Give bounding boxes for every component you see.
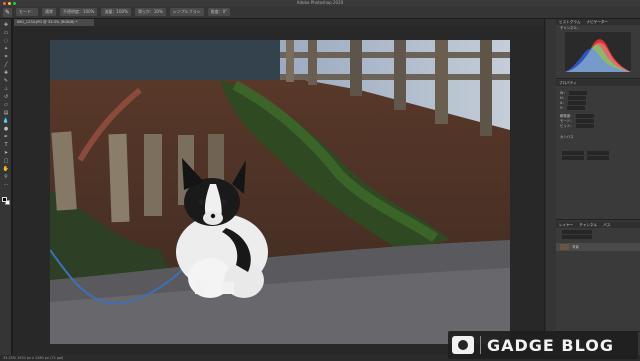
prop-canvas-label: カンバス (560, 135, 574, 139)
options-bar: ✎ モード： 通常 不透明度：100% 流量：100% 滑らか：10% シンプル… (0, 6, 640, 19)
move-icon[interactable]: ✥ (2, 22, 10, 28)
prop-y-field[interactable] (567, 106, 586, 110)
layers-blend-row (556, 235, 640, 240)
layers-blend-select[interactable] (562, 235, 592, 239)
prop-button-4[interactable] (587, 156, 610, 160)
properties-panel: プロパティ W： H： X： Y： 解像度： モード： ビット： カンバス (556, 80, 640, 220)
properties-panel-header: プロパティ (556, 80, 640, 86)
crop-icon[interactable]: ⌗ (2, 54, 10, 60)
hand-icon[interactable]: ✋ (2, 166, 10, 172)
more-icon[interactable]: ⋯ (2, 182, 10, 188)
tab-paths[interactable]: パス (600, 222, 613, 229)
stamp-icon[interactable]: ⊥ (2, 86, 10, 92)
healing-icon[interactable]: ✚ (2, 70, 10, 76)
path-select-icon[interactable]: ➤ (2, 150, 10, 156)
brush-icon[interactable]: ✎ (2, 78, 10, 84)
prop-y-label: Y： (560, 106, 566, 110)
camera-logo-icon (452, 336, 474, 354)
histogram-graph (565, 32, 631, 72)
histogram-channel-label: チャンネル： (560, 26, 581, 30)
watermark-text: GADGE BLOG (487, 335, 614, 355)
prop-bits-label: ビット： (560, 124, 574, 128)
options-flow[interactable]: 流量：100% (101, 8, 131, 16)
foreground-color-swatch[interactable] (2, 197, 7, 202)
histogram-panel: ヒストグラム ナビゲーター チャンネル： (556, 19, 640, 79)
brush-icon[interactable]: ✎ (3, 7, 12, 17)
prop-button-1[interactable] (562, 151, 584, 155)
canvas-area[interactable] (13, 26, 544, 355)
prop-button-2[interactable] (587, 151, 610, 155)
layer-name: 背景 (572, 245, 579, 249)
prop-buttons-row-2 (556, 156, 640, 161)
watermark-divider (480, 336, 481, 354)
options-angle[interactable]: 角度：0° (207, 8, 231, 16)
marquee-icon[interactable]: ▭ (2, 30, 10, 36)
prop-row-bits: ビット： (556, 123, 640, 128)
properties-title: プロパティ (559, 80, 577, 85)
pen-icon[interactable]: ✒ (2, 134, 10, 140)
options-mode-label: モード： (16, 8, 38, 16)
layer-thumbnail (560, 244, 569, 250)
prop-bits-field[interactable] (575, 124, 594, 128)
histogram-channel-row: チャンネル： (556, 25, 640, 30)
tab-channels[interactable]: チャンネル (576, 222, 600, 229)
watermark: GADGE BLOG (448, 331, 638, 359)
zoom-icon[interactable]: ⚲ (2, 174, 10, 180)
tab-layers[interactable]: レイヤー (556, 222, 576, 229)
gradient-icon[interactable]: ▤ (2, 110, 10, 116)
layers-filter-field[interactable] (562, 230, 592, 234)
options-mode-select[interactable]: 通常 (42, 8, 56, 16)
prop-button-3[interactable] (562, 156, 584, 160)
rectangle-icon[interactable]: □ (2, 158, 10, 164)
quick-select-icon[interactable]: ✦ (2, 46, 10, 52)
dodge-icon[interactable]: ● (2, 126, 10, 132)
options-brush-preset[interactable]: シンプルブラシ (169, 8, 204, 16)
document-tab[interactable]: IMG_1234.JPG @ 33.3% (RGB/8) * (14, 19, 94, 26)
prop-row-y: Y： (556, 105, 640, 110)
history-brush-icon[interactable]: ↺ (2, 94, 10, 100)
layer-row-background[interactable]: 背景 (556, 243, 640, 251)
layers-panel-header: レイヤー チャンネル パス (556, 222, 640, 228)
toolbar: ✥ ▭ ◌ ✦ ⌗ ╱ ✚ ✎ ⊥ ↺ ▱ ▤ 💧 ● ✒ T ➤ □ ✋ ⚲ … (0, 19, 12, 355)
dog-photo-image (50, 40, 510, 344)
eraser-icon[interactable]: ▱ (2, 102, 10, 108)
options-smoothing[interactable]: 滑らか：10% (134, 8, 166, 16)
document-photo[interactable] (50, 40, 510, 344)
layers-panel: レイヤー チャンネル パス 背景 (556, 222, 640, 332)
prop-row-canvas: カンバス (556, 134, 640, 139)
options-opacity[interactable]: 不透明度：100% (60, 8, 98, 16)
lasso-icon[interactable]: ◌ (2, 38, 10, 44)
blur-icon[interactable]: 💧 (2, 118, 10, 124)
eyedropper-icon[interactable]: ╱ (2, 62, 10, 68)
type-icon[interactable]: T (2, 142, 10, 148)
